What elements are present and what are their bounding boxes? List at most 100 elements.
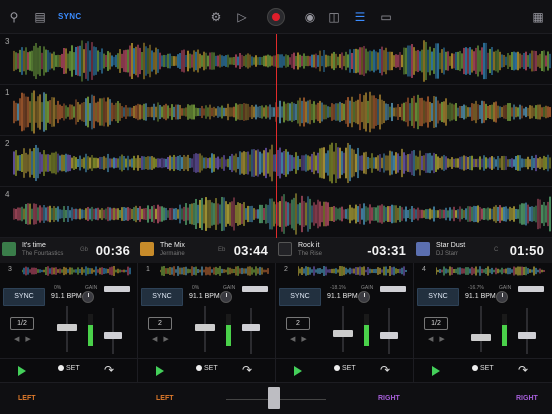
right-assign-label[interactable]: RIGHT bbox=[378, 395, 400, 402]
mini-waveform-canvas bbox=[298, 266, 407, 276]
waveform-view-icon[interactable]: ☰ bbox=[352, 9, 368, 25]
pitch-track bbox=[480, 306, 482, 352]
bpm-readout: 91.1 BPM bbox=[51, 293, 82, 300]
track-info[interactable]: It's time The Fourtastics Gb 00:36 bbox=[0, 238, 138, 263]
channel-track bbox=[388, 308, 390, 354]
loop-length[interactable]: 2 bbox=[286, 317, 310, 330]
pitch-slider[interactable] bbox=[471, 334, 491, 341]
level-meter bbox=[88, 314, 93, 346]
track-artist: The Fourtastics bbox=[22, 251, 64, 257]
sync-button[interactable]: SYNC bbox=[279, 288, 321, 306]
channel-fader[interactable] bbox=[380, 332, 398, 339]
loop-arrows[interactable]: ◀▶ bbox=[152, 335, 175, 343]
waveform-area[interactable]: 3 1 2 4 bbox=[0, 34, 552, 238]
gain-knob[interactable] bbox=[496, 291, 508, 303]
search-icon[interactable]: ⚲ bbox=[6, 9, 22, 25]
channel-fader[interactable] bbox=[518, 332, 536, 339]
track-artist: The Rise bbox=[298, 251, 323, 257]
lane-number: 4 bbox=[5, 190, 10, 199]
gain-knob[interactable] bbox=[220, 291, 232, 303]
album-art bbox=[2, 242, 16, 256]
track-info[interactable]: Star Dust DJ Starr C 01:50 bbox=[414, 238, 552, 263]
lane-number: 3 bbox=[5, 37, 10, 46]
global-sync-button[interactable]: SYNC bbox=[58, 12, 81, 21]
skip-icon[interactable]: ↷ bbox=[242, 363, 252, 377]
eq-fader[interactable] bbox=[104, 286, 130, 292]
split-icon[interactable]: ◫ bbox=[326, 9, 342, 25]
set-label: SET bbox=[342, 365, 356, 372]
right-assign-label[interactable]: RIGHT bbox=[516, 395, 538, 402]
mini-waveform[interactable]: 3 bbox=[0, 265, 138, 277]
mini-waveform[interactable]: 4 bbox=[414, 265, 552, 277]
loop-arrows[interactable]: ◀▶ bbox=[290, 335, 313, 343]
gear-icon[interactable]: ⚙ bbox=[208, 9, 224, 25]
deck-2: The Mix Jermaine Eb 03:44 1 SYNC 0% 91.1… bbox=[138, 238, 276, 382]
track-title: The Mix bbox=[160, 242, 185, 249]
channel-fader[interactable] bbox=[104, 332, 122, 339]
mini-number: 1 bbox=[146, 266, 150, 273]
left-assign-label[interactable]: LEFT bbox=[18, 395, 36, 402]
mini-waveform-canvas bbox=[22, 266, 131, 276]
pitch-slider[interactable] bbox=[333, 330, 353, 337]
transport: SET ↷ bbox=[276, 358, 414, 382]
track-key: Gb bbox=[80, 247, 89, 253]
track-info[interactable]: Rock it The Rise -03:31 bbox=[276, 238, 414, 263]
skip-icon[interactable]: ↷ bbox=[518, 363, 528, 377]
cue-dot-icon bbox=[58, 365, 64, 371]
sync-button[interactable]: SYNC bbox=[141, 288, 183, 306]
pitch-track bbox=[342, 306, 344, 352]
transport: SET ↷ bbox=[0, 358, 138, 382]
mini-waveform[interactable]: 2 bbox=[276, 265, 414, 277]
video-icon[interactable]: ▷ bbox=[234, 9, 250, 25]
record-button[interactable] bbox=[267, 8, 285, 26]
play-icon[interactable] bbox=[432, 366, 440, 376]
bpm-readout: 91.1 BPM bbox=[327, 293, 358, 300]
sync-button[interactable]: SYNC bbox=[3, 288, 45, 306]
transport: SET ↷ bbox=[138, 358, 276, 382]
pitch-slider[interactable] bbox=[57, 324, 77, 331]
level-meter bbox=[226, 314, 231, 346]
track-key: C bbox=[494, 247, 499, 253]
cue-set-button[interactable]: SET bbox=[472, 365, 494, 372]
channel-track bbox=[112, 308, 114, 354]
play-icon[interactable] bbox=[156, 366, 164, 376]
pitch-slider[interactable] bbox=[195, 324, 215, 331]
track-artist: Jermaine bbox=[160, 251, 185, 257]
album-art bbox=[416, 242, 430, 256]
loop-length[interactable]: 1/2 bbox=[424, 317, 448, 330]
display-icon[interactable]: ▭ bbox=[378, 9, 394, 25]
eq-fader[interactable] bbox=[380, 286, 406, 292]
library-icon[interactable]: ▤ bbox=[32, 9, 48, 25]
sync-button[interactable]: SYNC bbox=[417, 288, 459, 306]
eq-fader[interactable] bbox=[242, 286, 268, 292]
sampler-icon[interactable]: ▦ bbox=[530, 9, 546, 25]
pitch-percent: 0% bbox=[192, 285, 200, 291]
cue-dot-icon bbox=[472, 365, 478, 371]
track-time: 03:44 bbox=[233, 243, 268, 258]
eq-fader[interactable] bbox=[518, 286, 544, 292]
skip-icon[interactable]: ↷ bbox=[380, 363, 390, 377]
cue-set-button[interactable]: SET bbox=[196, 365, 218, 372]
deck-3: Rock it The Rise -03:31 2 SYNC -18.1% 91… bbox=[276, 238, 414, 382]
level-meter bbox=[502, 314, 507, 346]
play-icon[interactable] bbox=[18, 366, 26, 376]
track-key: Eb bbox=[218, 247, 226, 253]
loop-arrows[interactable]: ◀▶ bbox=[14, 335, 37, 343]
playhead bbox=[276, 34, 277, 238]
channel-fader[interactable] bbox=[242, 324, 260, 331]
crossfader-handle[interactable] bbox=[268, 387, 280, 409]
gain-knob[interactable] bbox=[358, 291, 370, 303]
play-icon[interactable] bbox=[294, 366, 302, 376]
fx-icon[interactable]: ◉ bbox=[302, 9, 318, 25]
loop-length[interactable]: 1/2 bbox=[10, 317, 34, 330]
cue-set-button[interactable]: SET bbox=[58, 365, 80, 372]
cue-set-button[interactable]: SET bbox=[334, 365, 356, 372]
loop-arrows[interactable]: ◀▶ bbox=[428, 335, 451, 343]
mini-waveform-canvas bbox=[436, 266, 545, 276]
gain-knob[interactable] bbox=[82, 291, 94, 303]
left-assign-label[interactable]: LEFT bbox=[156, 395, 174, 402]
skip-icon[interactable]: ↷ bbox=[104, 363, 114, 377]
track-info[interactable]: The Mix Jermaine Eb 03:44 bbox=[138, 238, 276, 263]
loop-length[interactable]: 2 bbox=[148, 317, 172, 330]
mini-waveform[interactable]: 1 bbox=[138, 265, 276, 277]
